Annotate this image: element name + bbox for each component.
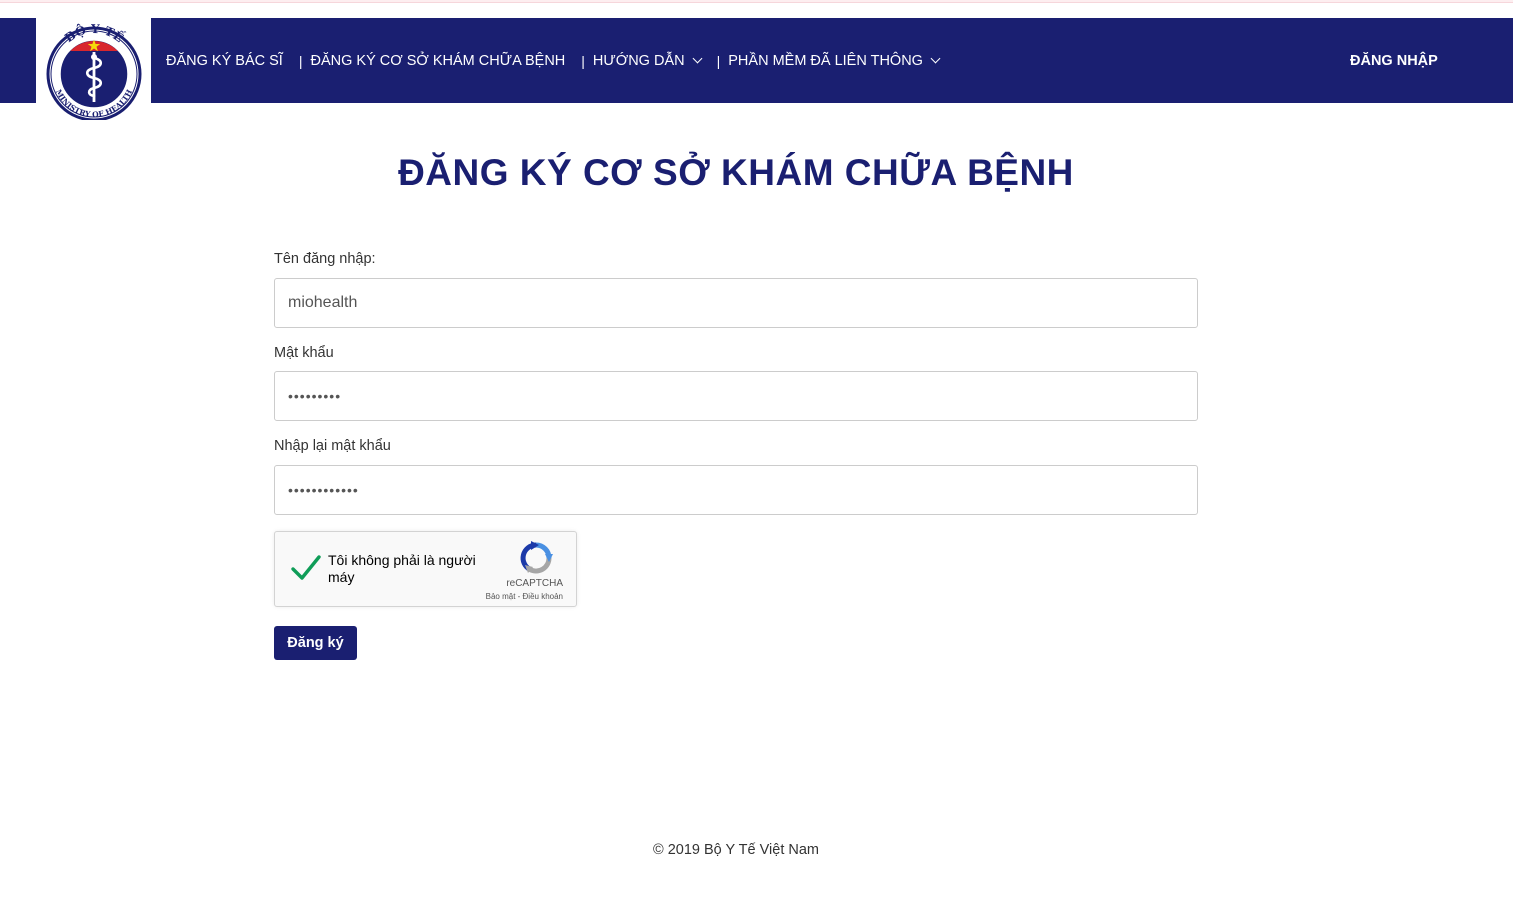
password-label: Mật khẩu xyxy=(274,345,334,361)
ministry-logo[interactable]: BỘ Y TẾ MINISTRY OF HEALTH xyxy=(36,18,151,120)
recaptcha-checkbox-checked-icon[interactable] xyxy=(289,551,323,585)
ministry-seal-icon: BỘ Y TẾ MINISTRY OF HEALTH xyxy=(46,21,142,120)
register-submit-button[interactable]: Đăng ký xyxy=(274,626,357,660)
login-link[interactable]: ĐĂNG NHẬP xyxy=(1350,18,1438,103)
nav-separator: | xyxy=(716,52,721,69)
recaptcha-terms-link[interactable]: Bảo mật - Điều khoản xyxy=(486,592,563,601)
password-input[interactable] xyxy=(274,371,1198,421)
nav-software-label: PHẦN MỀM ĐÃ LIÊN THÔNG xyxy=(728,52,923,69)
chevron-down-icon xyxy=(692,53,703,63)
nav-guide-label: HƯỚNG DẪN xyxy=(592,52,685,69)
main-nav: ĐĂNG KÝ BÁC SĨ | ĐĂNG KÝ CƠ SỞ KHÁM CHỮA… xyxy=(166,18,941,103)
recaptcha-label: Tôi không phải là người máy xyxy=(328,552,476,585)
nav-separator: | xyxy=(298,52,303,69)
confirm-password-input[interactable] xyxy=(274,465,1198,515)
footer-copyright: © 2019 Bộ Y Tế Việt Nam xyxy=(653,842,819,858)
nav-guide-dropdown[interactable]: HƯỚNG DẪN xyxy=(592,52,703,69)
recaptcha-widget: Tôi không phải là người máy reCAPTCHA Bả… xyxy=(274,531,577,607)
chevron-down-icon xyxy=(930,53,941,63)
nav-doctor-register[interactable]: ĐĂNG KÝ BÁC SĨ xyxy=(166,53,283,69)
nav-facility-register[interactable]: ĐĂNG KÝ CƠ SỞ KHÁM CHỮA BỆNH xyxy=(310,53,565,69)
confirm-password-label: Nhập lại mật khẩu xyxy=(274,438,391,454)
recaptcha-brand: reCAPTCHA xyxy=(506,578,563,589)
nav-facility-register-label: ĐĂNG KÝ CƠ SỞ KHÁM CHỮA BỆNH xyxy=(310,52,566,69)
nav-software-dropdown[interactable]: PHẦN MỀM ĐÃ LIÊN THÔNG xyxy=(728,52,941,69)
recaptcha-logo-icon xyxy=(520,541,553,574)
page-title: ĐĂNG KÝ CƠ SỞ KHÁM CHỮA BỆNH xyxy=(398,152,1074,193)
nav-doctor-register-label: ĐĂNG KÝ BÁC SĨ xyxy=(166,52,283,69)
nav-separator: | xyxy=(581,52,585,69)
username-input[interactable] xyxy=(274,278,1198,328)
top-border-line xyxy=(0,0,1513,3)
username-label: Tên đăng nhập: xyxy=(274,251,376,267)
